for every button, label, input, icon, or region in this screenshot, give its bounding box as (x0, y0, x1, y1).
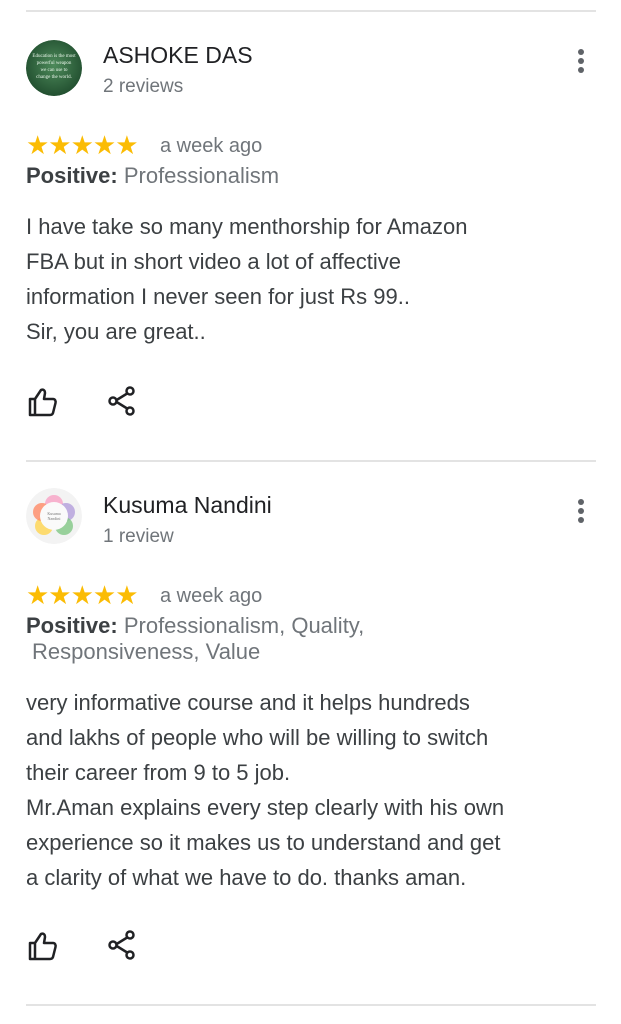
review-text-line: FBA but in short video a lot of affectiv… (26, 249, 402, 274)
attribute-label: Positive: (26, 613, 118, 638)
thumb-up-icon[interactable] (24, 928, 60, 964)
svg-text:Education is the most: Education is the most (32, 54, 76, 59)
thumb-up-icon[interactable] (24, 384, 60, 420)
avatar[interactable]: Kusuma Nandini (26, 488, 82, 544)
share-icon[interactable] (104, 926, 140, 962)
review-divider (26, 460, 596, 462)
svg-text:powerful weapon: powerful weapon (37, 61, 72, 66)
review-text-line: and lakhs of people who will be willing … (26, 725, 489, 750)
review-text-line: very informative course and it helps hun… (26, 690, 470, 715)
svg-text:we can use to: we can use to (40, 68, 68, 73)
review-date: a week ago (160, 585, 263, 607)
review-text: very informative course and it helps hun… (26, 685, 591, 895)
review-count: 2 reviews (103, 76, 184, 97)
review-text: I have take so many menthorship for Amaz… (26, 209, 591, 349)
reviewer-name[interactable]: Kusuma Nandini (103, 492, 272, 519)
reviewer-name[interactable]: ASHOKE DAS (103, 42, 253, 69)
attribute-values: Responsiveness, Value (32, 639, 261, 664)
review-text-line: information I never seen for just Rs 99.… (26, 284, 410, 309)
star-rating: ★★★★★ (26, 130, 139, 160)
more-vert-icon[interactable] (570, 496, 592, 526)
attribute-label: Positive: (26, 163, 118, 188)
review-date: a week ago (160, 135, 263, 157)
svg-text:Nandini: Nandini (48, 516, 62, 521)
review-text-line: Mr.Aman explains every step clearly with… (26, 795, 505, 820)
attribute-values: Professionalism, Quality, (123, 613, 365, 638)
review-divider (26, 1004, 596, 1006)
share-icon[interactable] (104, 382, 140, 418)
avatar-image: Education is the most powerful weapon we… (26, 40, 82, 96)
avatar[interactable]: Education is the most powerful weapon we… (26, 40, 82, 96)
review-text-line: their career from 9 to 5 job. (26, 760, 291, 785)
attribute-line: Positive: Professionalism (26, 163, 586, 189)
review-count: 1 review (103, 526, 174, 547)
review-text-line: Sir, you are great.. (26, 319, 206, 344)
review-text-line: I have take so many menthorship for Amaz… (26, 214, 468, 239)
svg-text:change the world.: change the world. (36, 75, 72, 80)
attribute-values: Professionalism (123, 163, 280, 188)
review-text-line: a clarity of what we have to do. thanks … (26, 865, 467, 890)
more-vert-icon[interactable] (570, 46, 592, 76)
review-text-line: experience so it makes us to understand … (26, 830, 501, 855)
avatar-image: Kusuma Nandini (26, 488, 82, 544)
attribute-line: Positive: Professionalism, Quality, Resp… (26, 613, 586, 665)
star-rating: ★★★★★ (26, 580, 139, 610)
top-divider (26, 10, 596, 12)
